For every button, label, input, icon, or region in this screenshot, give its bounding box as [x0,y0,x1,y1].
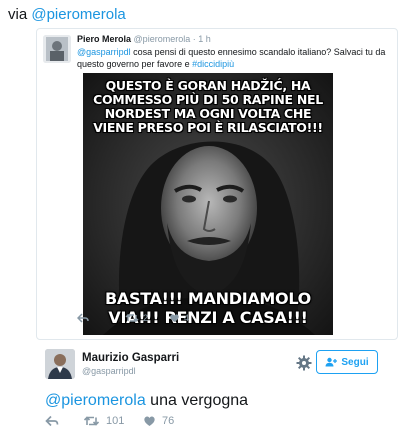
quoted-tweet-time[interactable]: · 1 h [193,34,211,44]
reply-icon [77,313,89,323]
meme-photo[interactable]: QUESTO È GORAN HADŽIĆ, HA COMMESSO PIÙ D… [83,73,333,335]
like-icon [144,416,155,426]
main-author-avatar-image [45,349,75,379]
main-like-count: 76 [162,415,175,427]
main-author-name[interactable]: Maurizio Gasparri [82,352,179,364]
via-line: via @pieromerola [8,6,126,23]
main-text-mention[interactable]: @pieromerola [45,392,146,409]
main-tweet-text: @pieromerola una vergogna [45,392,248,410]
follow-button-label: Segui [341,356,369,368]
follow-button[interactable]: Segui [316,350,378,374]
quoted-retweet-count: 2 [143,313,149,323]
retweet-icon [83,416,100,426]
via-prefix: via [8,6,32,23]
retweet-icon [125,314,139,322]
reply-icon [45,415,59,427]
main-tweet-actions: 101 76 [45,415,365,433]
quoted-tweet-actions: 2 4 [77,313,277,329]
follow-user-icon [325,357,338,367]
main-text-body: una vergogna [145,392,249,409]
quoted-author-avatar[interactable] [43,35,71,63]
meme-caption-top: QUESTO È GORAN HADŽIĆ, HA COMMESSO PIÙ D… [93,78,323,135]
quoted-reply-button[interactable] [77,313,89,323]
main-retweet-count: 101 [106,415,125,427]
main-like-button[interactable]: 76 [143,415,174,427]
quoted-author-avatar-image [43,35,71,63]
gear-icon[interactable] [296,355,312,371]
main-retweet-button[interactable]: 101 [83,415,124,427]
main-author-handle[interactable]: @gasparripdl [82,366,136,376]
quoted-like-button[interactable]: 4 [169,313,189,323]
quoted-tweet-text: @gasparripdl cosa pensi di questo ennesi… [77,46,389,70]
quoted-text-hashtag[interactable]: #diccidipiù [192,59,234,69]
quoted-tweet-header: Piero Merola @pieromerola · 1 h [77,34,211,44]
like-icon [170,314,179,322]
quoted-author-name[interactable]: Piero Merola [77,34,131,44]
main-reply-button[interactable] [45,415,59,427]
quoted-text-mention[interactable]: @gasparripdl [77,47,131,57]
via-mention-link[interactable]: @pieromerola [31,6,125,23]
quoted-retweet-button[interactable]: 2 [125,313,148,323]
main-author-avatar[interactable] [45,349,75,379]
quoted-like-count: 4 [184,313,190,323]
quoted-author-handle[interactable]: @pieromerola [134,34,191,44]
quoted-tweet-card[interactable]: Piero Merola @pieromerola · 1 h @gasparr… [36,28,398,340]
